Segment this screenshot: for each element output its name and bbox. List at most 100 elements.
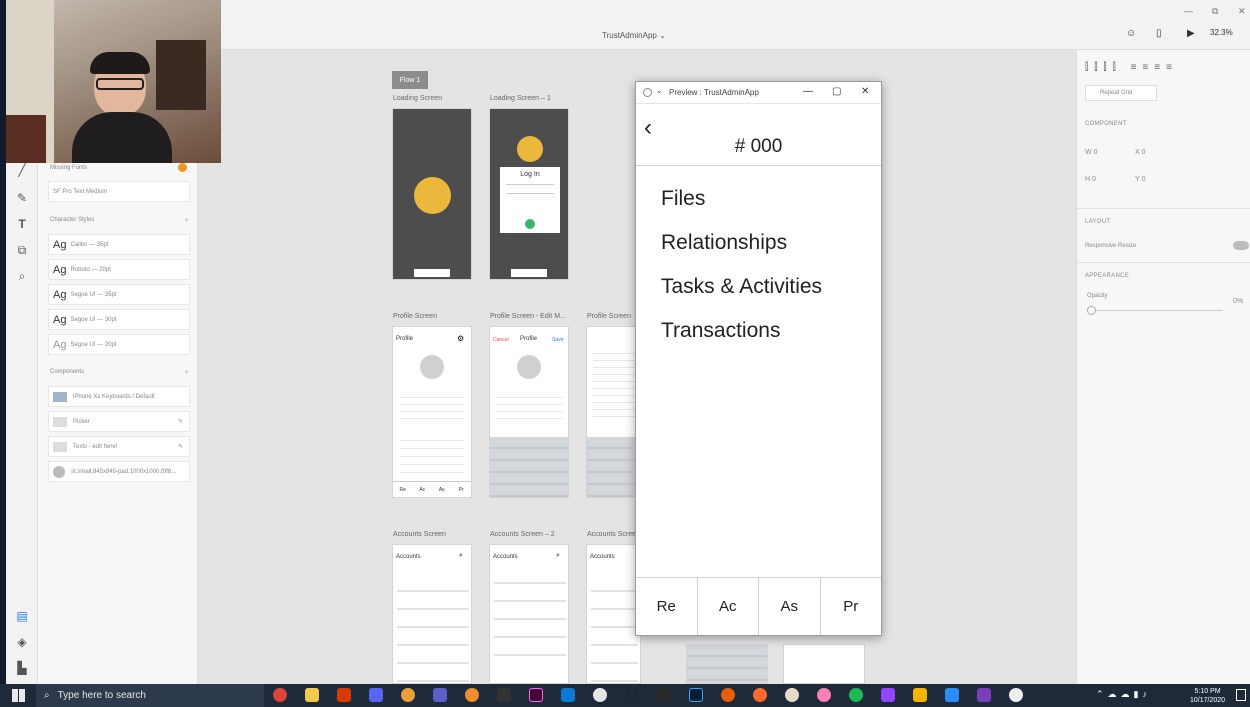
artboard-label[interactable]: Accounts Screen [393, 531, 446, 538]
component-item[interactable]: st,small,845x845-pad,1000x1000,f8f8... [48, 461, 190, 482]
terminal-icon[interactable] [497, 688, 511, 702]
record-icon[interactable] [643, 88, 652, 97]
character-style-item[interactable]: Ag Roboto — 20pt [48, 259, 190, 280]
add-component-icon[interactable]: + [184, 367, 189, 377]
file-explorer-icon[interactable] [305, 688, 319, 702]
menu-item-transactions[interactable]: Transactions [661, 319, 780, 343]
plugins-panel-icon[interactable]: ▙ [14, 660, 30, 676]
xbox-icon[interactable] [593, 688, 607, 702]
artboard-loading-screen[interactable] [392, 108, 472, 280]
photoshop-icon[interactable] [689, 688, 703, 702]
taskbar-search[interactable]: ⌕ Type here to search [36, 684, 264, 707]
artboard-profile-partial[interactable] [586, 326, 641, 498]
notification-icon[interactable] [1236, 689, 1246, 701]
restore-button[interactable]: ⧉ [1212, 6, 1218, 17]
artboard-keyboard-partial[interactable] [686, 644, 768, 684]
x-field[interactable]: X 0 [1135, 149, 1146, 156]
zoom-tool-icon[interactable]: ⌕ [14, 268, 30, 284]
steam-icon[interactable] [625, 688, 639, 702]
artboard-accounts-screen-2[interactable]: Accounts ⌕ [489, 544, 569, 684]
device-preview-icon[interactable]: ▯ [1156, 28, 1162, 39]
menu-item-tasks-activities[interactable]: Tasks & Activities [661, 275, 822, 299]
chevron-down-icon[interactable]: ⌄ [656, 86, 663, 95]
obs-icon[interactable] [1009, 688, 1023, 702]
discord-icon[interactable] [369, 688, 383, 702]
line-tool-icon[interactable]: ╱ [14, 162, 30, 178]
artboard-label[interactable]: Profile Screen - Edit M... [490, 313, 566, 320]
align-tools-icon[interactable]: ⫿⫿⫿⫿ ≡≡≡≡ [1085, 62, 1178, 73]
repeat-grid-button[interactable]: Repeat Grid [1085, 85, 1157, 101]
vscode-icon[interactable] [561, 688, 575, 702]
add-style-icon[interactable]: + [184, 215, 189, 225]
responsive-resize-toggle[interactable] [1233, 241, 1249, 250]
artboard-label[interactable]: Accounts Scree [587, 531, 636, 538]
missing-font-item[interactable]: SF Pro Text Medium [48, 181, 190, 202]
twitch-icon[interactable] [881, 688, 895, 702]
character-style-item[interactable]: Ag Segoe UI — 35pt [48, 284, 190, 305]
menu-item-relationships[interactable]: Relationships [661, 231, 787, 255]
preview-title-bar[interactable]: ⌄ Preview : TrustAdminApp — ▢ ✕ [636, 82, 881, 104]
character-style-item[interactable]: Ag Calibri — 35pt [48, 234, 190, 255]
tab-ac[interactable]: Ac [698, 578, 759, 635]
edit-pencil-icon[interactable]: ✎ [178, 418, 183, 425]
artboard-accounts-partial[interactable]: Accounts [586, 544, 641, 684]
width-field[interactable]: W 0 [1085, 149, 1097, 156]
artboard-label[interactable]: Profile Screen [587, 313, 631, 320]
illustrator-icon[interactable] [913, 688, 927, 702]
tab-pr[interactable]: Pr [821, 578, 882, 635]
artboard-loading-screen-1[interactable]: Log In [489, 108, 569, 280]
close-button[interactable]: ✕ [861, 86, 869, 97]
artboard-profile-edit[interactable]: Cancel Profile Save [489, 326, 569, 498]
adobe-xd-icon[interactable] [529, 688, 543, 702]
y-field[interactable]: Y 0 [1135, 176, 1146, 183]
pen-tool-icon[interactable]: ✎ [14, 190, 30, 206]
assets-panel-icon[interactable]: ▤ [14, 608, 30, 624]
windows-start-icon[interactable] [12, 689, 25, 702]
taskbar-clock[interactable]: 5:10 PM 10/17/2020 [1190, 687, 1225, 705]
epic-games-icon[interactable] [657, 688, 671, 702]
spotify-icon[interactable] [849, 688, 863, 702]
artboard-profile-screen[interactable]: Profile ⚙ Re Ac As Pr [392, 326, 472, 498]
close-button[interactable]: ✕ [1238, 6, 1246, 17]
component-item[interactable]: Texts - edit here! ✎ [48, 436, 190, 457]
document-title[interactable]: TrustAdminApp ⌄ [602, 31, 666, 40]
minimize-button[interactable]: — [803, 86, 813, 97]
origin-icon[interactable] [465, 688, 479, 702]
text-tool-icon[interactable]: T [14, 216, 30, 232]
character-style-item[interactable]: Ag Segoe UI — 20pt [48, 334, 190, 355]
tab-as[interactable]: As [759, 578, 821, 635]
zoom-app-icon[interactable] [945, 688, 959, 702]
itunes-icon[interactable] [785, 688, 799, 702]
component-item[interactable]: Picker ✎ [48, 411, 190, 432]
height-field[interactable]: H 0 [1085, 176, 1096, 183]
blender-icon[interactable] [721, 688, 735, 702]
opacity-slider-handle[interactable] [1087, 306, 1096, 315]
artboard-accounts-screen[interactable]: Accounts ⌕ [392, 544, 472, 684]
layers-panel-icon[interactable]: ◈ [14, 634, 30, 650]
play-preview-icon[interactable]: ▶ [1187, 28, 1195, 39]
postman-icon[interactable] [753, 688, 767, 702]
artboard-tool-icon[interactable]: ⧉ [14, 242, 30, 258]
artboard-label[interactable]: Loading Screen [393, 95, 442, 102]
artboard-blank-partial[interactable] [783, 644, 865, 684]
opacity-slider[interactable] [1091, 310, 1223, 311]
opacity-value[interactable]: 0% [1233, 298, 1243, 305]
tab-re[interactable]: Re [636, 578, 698, 635]
system-tray-icons[interactable]: ⌃☁☁▮♪ [1096, 689, 1151, 700]
slack-icon[interactable] [401, 688, 415, 702]
artboard-label[interactable]: Profile Screen [393, 313, 437, 320]
premiere-icon[interactable] [977, 688, 991, 702]
menu-item-files[interactable]: Files [661, 187, 705, 211]
artboard-label[interactable]: Accounts Screen – 2 [490, 531, 555, 538]
share-user-icon[interactable]: ☺ [1126, 28, 1136, 39]
edit-pencil-icon[interactable]: ✎ [178, 443, 183, 450]
minimize-button[interactable]: — [1184, 6, 1193, 16]
office-icon[interactable] [337, 688, 351, 702]
chrome-icon[interactable] [273, 688, 287, 702]
zoom-level[interactable]: 32.3% [1210, 28, 1233, 37]
preview-window[interactable]: ⌄ Preview : TrustAdminApp — ▢ ✕ ‹ # 000 … [635, 81, 882, 636]
character-style-item[interactable]: Ag Segoe UI — 30pt [48, 309, 190, 330]
maximize-icon[interactable]: ▢ [832, 86, 841, 97]
artboard-label[interactable]: Loading Screen – 1 [490, 95, 551, 102]
flow-tag[interactable]: Flow 1 [392, 71, 428, 89]
